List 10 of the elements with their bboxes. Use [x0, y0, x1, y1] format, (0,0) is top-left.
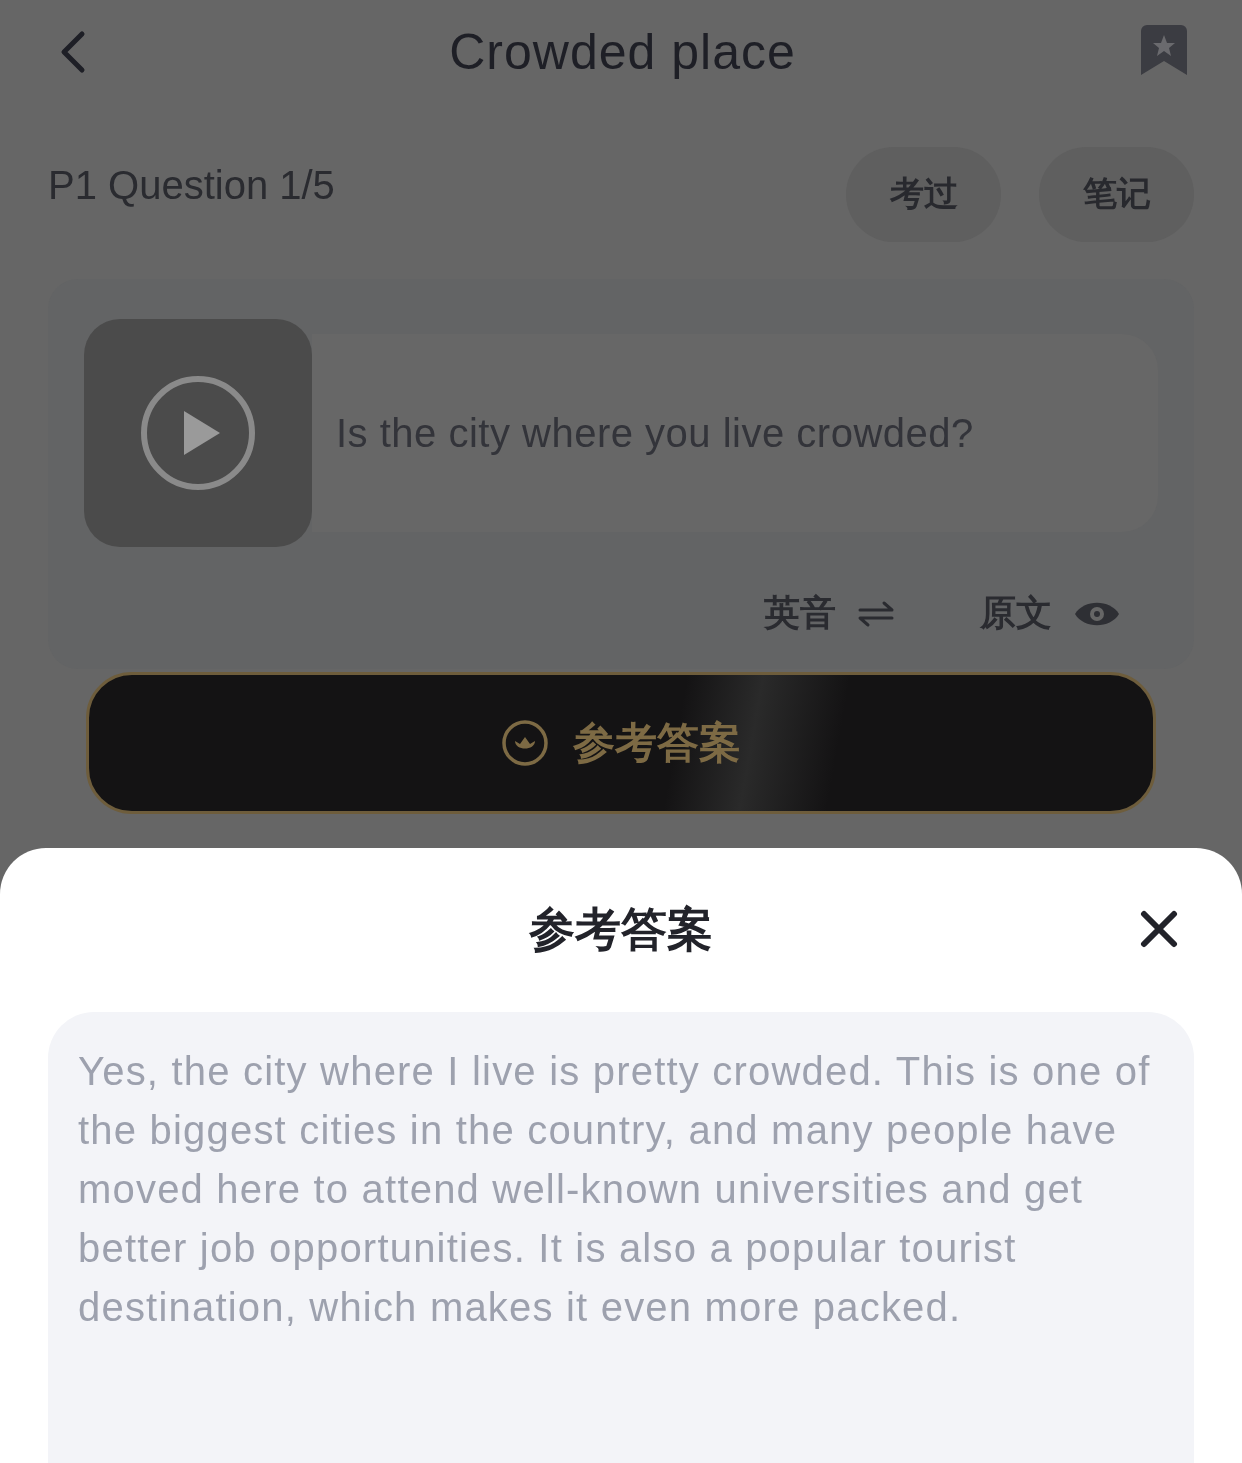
sheet-title: 参考答案	[529, 902, 713, 957]
answer-text: Yes, the city where I live is pretty crowded. This is one of the biggest cities in the country, and many people have moved here to attend well-known universities and get better job opportunities. It is also a popular tourist destination, which makes it even more packed.	[78, 1048, 1152, 1331]
option-toggle[interactable]: 原文	[980, 589, 1120, 638]
page-title: Crowded place	[449, 23, 796, 81]
question-number: P1 Question 1/5	[48, 162, 335, 208]
swap-icon	[858, 599, 894, 628]
reference-answer-button[interactable]: 参考答案	[86, 672, 1156, 814]
play-icon[interactable]	[140, 375, 256, 491]
close-icon[interactable]	[1140, 910, 1178, 948]
option-toggle[interactable]: 英音	[764, 589, 894, 638]
